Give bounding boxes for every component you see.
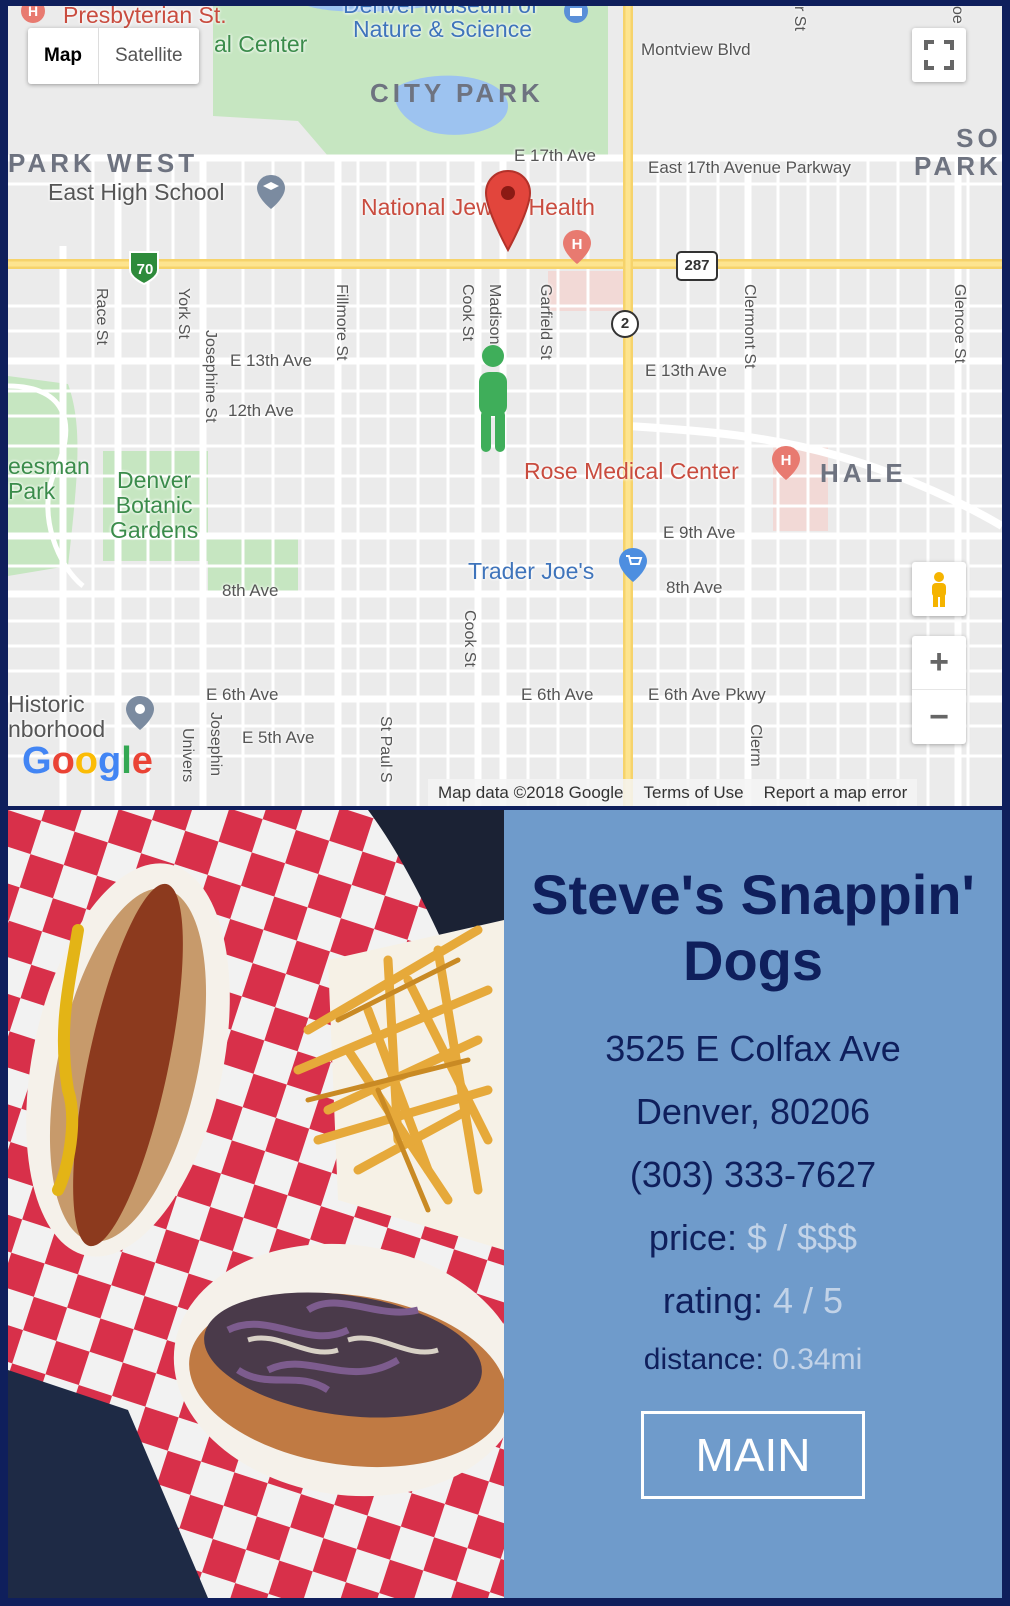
price-row: price: $ / $$$ xyxy=(504,1217,1002,1259)
restaurant-city-zip: Denver, 80206 xyxy=(635,1091,871,1132)
e13th-right-label: E 13th Ave xyxy=(645,361,727,380)
museum-label: Nature & Science xyxy=(353,16,532,42)
12th-ave-label: 12th Ave xyxy=(228,401,294,420)
e5th-label: E 5th Ave xyxy=(242,728,315,747)
josephine-st-lower-label: Josephin xyxy=(207,712,224,777)
josephine-st-label: Josephine St xyxy=(202,330,219,423)
report-map-error-link[interactable]: Report a map error xyxy=(764,783,908,803)
garfield-st-label: Garfield St xyxy=(537,284,554,360)
fillmore-st-label: Fillmore St xyxy=(333,284,350,361)
city-park-label: CITY PARK xyxy=(370,78,544,108)
st-paul-label: St Paul S xyxy=(377,716,394,783)
cook-st-lower-label: Cook St xyxy=(461,610,478,667)
rose-medical-label: Rose Medical Center xyxy=(524,458,739,484)
svg-text:H: H xyxy=(572,236,583,253)
price-value: $ / $$$ xyxy=(746,1217,858,1258)
svg-text:H: H xyxy=(781,452,792,469)
map-attribution: Map data ©2018 Google Terms of Use Repor… xyxy=(428,779,918,806)
distance-row: distance: 0.34mi xyxy=(504,1339,1002,1381)
restaurant-street: 3525 E Colfax Ave xyxy=(605,1028,901,1069)
google-logo[interactable]: Google xyxy=(22,740,153,783)
montview-label: Montview Blvd xyxy=(641,40,751,59)
map-type-control: Map Satellite xyxy=(28,28,199,84)
landmark-icon xyxy=(126,696,154,730)
race-st-label: Race St xyxy=(93,288,110,345)
e9th-label: E 9th Ave xyxy=(663,523,736,542)
e6th-left-label: E 6th Ave xyxy=(206,685,279,704)
historic-neighborhood-label: Historic nborhood xyxy=(8,691,106,742)
us-287-label: 287 xyxy=(684,257,710,274)
rating-row: rating: 4 / 5 xyxy=(504,1280,1002,1322)
8th-ave-right-label: 8th Ave xyxy=(666,578,723,597)
price-label: price: xyxy=(648,1217,737,1258)
glencoe-st-label: Glencoe St xyxy=(951,284,968,364)
restaurant-name: Steve's Snappin' Dogs xyxy=(531,863,975,992)
street-view-button[interactable] xyxy=(912,562,966,616)
map-data-credit: Map data ©2018 Google xyxy=(438,782,624,802)
park-west-label: PARK WEST xyxy=(8,148,199,178)
york-st-label: York St xyxy=(175,288,192,339)
e6th-mid-label: E 6th Ave xyxy=(521,685,594,704)
terms-of-use-link[interactable]: Terms of Use xyxy=(644,783,744,803)
zoom-control: + − xyxy=(912,636,966,744)
medical-center-top-label: al Center xyxy=(214,31,308,57)
e6th-pkwy-label: E 6th Ave Pkwy xyxy=(648,685,766,704)
svg-text:H: H xyxy=(28,6,38,19)
zoom-in-button[interactable]: + xyxy=(912,636,966,690)
zoom-out-button[interactable]: − xyxy=(912,690,966,744)
e13th-left-label: E 13th Ave xyxy=(230,351,312,370)
hospital-icon: H xyxy=(21,6,45,23)
east-high-label: East High School xyxy=(48,179,225,205)
trader-joes-label: Trader Joe's xyxy=(468,558,595,584)
map-marker-icon[interactable] xyxy=(482,168,534,254)
pegman-control-icon xyxy=(932,572,946,607)
pegman-icon[interactable] xyxy=(470,342,516,454)
8th-ave-left-label: 8th Ave xyxy=(222,581,279,600)
map-view[interactable]: Presbyterian St. al Center Denver Museum… xyxy=(8,6,1002,806)
botanic-gardens-label: Denver Botanic Gardens xyxy=(110,467,199,543)
rating-label: rating: xyxy=(662,1280,763,1321)
rating-value: 4 / 5 xyxy=(773,1280,844,1321)
highway-70-label: 70 xyxy=(136,261,154,278)
map-type-satellite-button[interactable]: Satellite xyxy=(99,28,199,84)
hospital-icon: H xyxy=(563,230,591,264)
east17-parkway-label: East 17th Avenue Parkway xyxy=(648,158,851,177)
clermont-st-label: Clermont St xyxy=(741,284,758,369)
shopping-cart-icon xyxy=(619,548,647,582)
restaurant-phone: (303) 333-7627 xyxy=(629,1154,877,1195)
e17th-label: E 17th Ave xyxy=(514,146,596,165)
fullscreen-button[interactable] xyxy=(912,28,966,82)
distance-value: 0.34mi xyxy=(772,1343,863,1376)
restaurant-photo xyxy=(8,810,504,1598)
university-label: Univers xyxy=(179,728,196,783)
map-type-map-button[interactable]: Map xyxy=(28,28,99,84)
landmark-icon xyxy=(564,6,588,23)
route-2-label: 2 xyxy=(620,315,630,332)
hale-label: HALE xyxy=(820,458,907,488)
restaurant-info-panel: Steve's Snappin' Dogs 3525 E Colfax Ave … xyxy=(504,810,1002,1598)
cheesman-park-label: eesman Park xyxy=(8,453,90,504)
top-st-label: r St xyxy=(791,6,808,31)
cook-st-label: Cook St xyxy=(459,284,476,341)
clermont-lower-label: Clerm xyxy=(747,724,764,767)
distance-label: distance: xyxy=(643,1343,764,1376)
national-jewish-label: National Jewish Health xyxy=(361,194,595,220)
main-button[interactable]: MAIN xyxy=(641,1411,865,1499)
presbyterian-label: Presbyterian St. xyxy=(63,6,227,28)
school-icon xyxy=(257,175,285,209)
south-park-label: SO PARK xyxy=(914,123,1002,181)
hot-dog-photo-image xyxy=(8,810,504,1598)
fullscreen-icon xyxy=(924,40,954,70)
hospital-icon: H xyxy=(772,446,800,480)
